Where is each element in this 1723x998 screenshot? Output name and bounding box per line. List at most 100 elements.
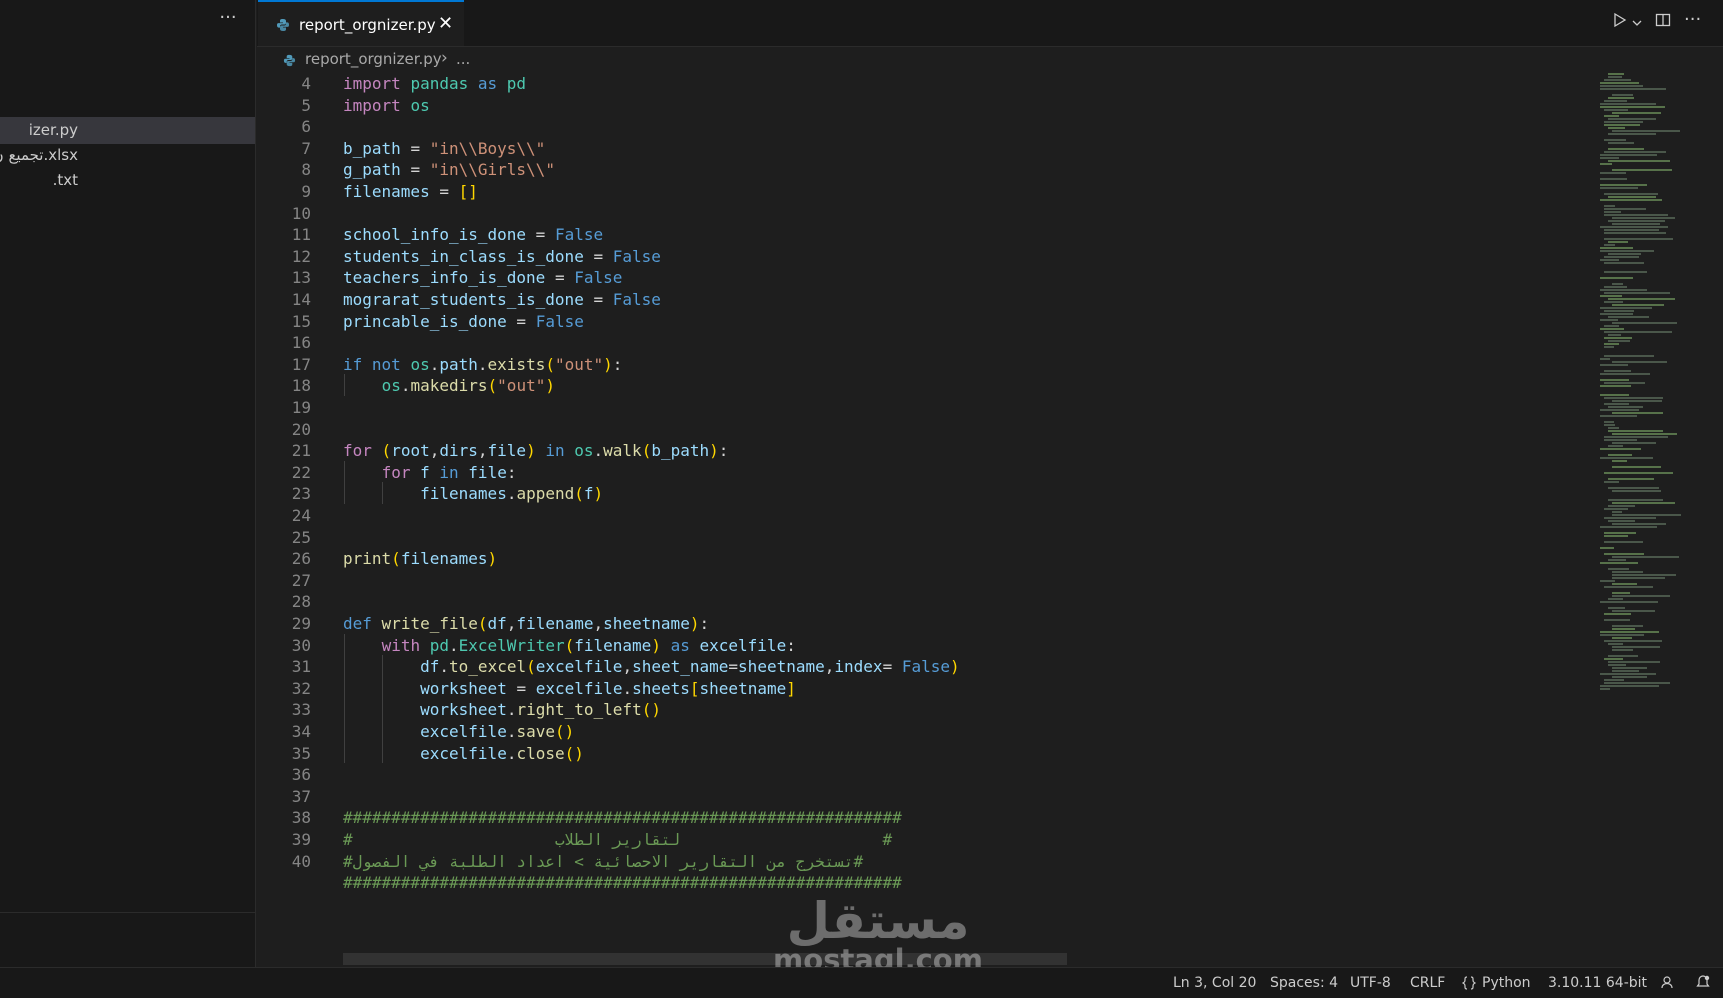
line-number: 21 — [291, 441, 311, 461]
line-number: 5 — [301, 95, 311, 115]
tab-report-orgnizer[interactable]: report_orgnizer.py ✕ — [258, 0, 464, 46]
line-number: 34 — [291, 722, 311, 741]
line-number: 11 — [291, 225, 311, 245]
more-actions-icon[interactable]: ··· — [1684, 9, 1701, 30]
line-number: 29 — [291, 614, 311, 633]
code-line[interactable]: 40 #تستخرج من التقارير الاحصائية > اعداد … — [257, 850, 1592, 874]
code-line[interactable]: 15 princable_is_done = False — [257, 310, 1592, 334]
minimap-line — [1612, 625, 1643, 627]
code-line[interactable]: 37 — [257, 785, 1592, 809]
code-line[interactable]: 28 — [257, 590, 1592, 614]
code-line[interactable]: 23 filenames.append(f) — [257, 482, 1592, 506]
code-line[interactable]: 35 excelfile.close() — [257, 742, 1592, 766]
minimap-line — [1612, 610, 1655, 612]
indentation[interactable]: Spaces: 4 — [1270, 975, 1338, 991]
breadcrumb-file[interactable]: report_orgnizer.py — [305, 50, 442, 68]
minimap-line — [1608, 142, 1634, 144]
code-line[interactable]: 26 print(filenames) — [257, 547, 1592, 571]
code-line[interactable]: 29 def write_file(df,filename,sheetname): — [257, 612, 1592, 636]
code-line[interactable]: 5 import os — [257, 94, 1592, 118]
more-actions-icon[interactable]: ··· — [216, 9, 240, 30]
indent-guide — [382, 482, 383, 504]
code-line[interactable]: 31 df.to_excel(excelfile,sheet_name=shee… — [257, 655, 1592, 679]
code-line[interactable]: 33 worksheet.right_to_left() — [257, 698, 1592, 722]
code-line[interactable]: 25 — [257, 526, 1592, 550]
code-line[interactable]: 39 # لتقارير الطلاب # — [257, 828, 1592, 852]
minimap-line — [1608, 505, 1635, 507]
breadcrumb-symbols[interactable]: ... — [456, 50, 470, 68]
code-line[interactable]: 27 — [257, 569, 1592, 593]
feedback-icon[interactable] — [1660, 974, 1676, 994]
line-endings[interactable]: CRLF — [1410, 975, 1445, 991]
language-mode[interactable]: Python — [1482, 975, 1531, 991]
code-line[interactable]: 16 — [257, 331, 1592, 355]
line-number: 24 — [291, 506, 311, 525]
minimap-line — [1612, 646, 1660, 648]
minimap-line — [1600, 187, 1638, 189]
minimap-line — [1600, 379, 1629, 381]
horizontal-scrollbar[interactable] — [343, 953, 1067, 965]
code-line[interactable]: 32 worksheet = excelfile.sheets[sheetnam… — [257, 677, 1592, 701]
code-line[interactable]: 19 — [257, 396, 1592, 420]
code-line[interactable]: 10 — [257, 202, 1592, 226]
code-text: b_path = "in\\Boys\\" — [343, 138, 546, 158]
minimap-line — [1604, 301, 1623, 303]
explorer-file-item[interactable]: تجميع ن.xlsx — [0, 142, 255, 169]
minimap-line — [1612, 628, 1635, 630]
minimap-line — [1612, 649, 1633, 651]
minimap-line — [1600, 526, 1657, 528]
minimap-line — [1604, 124, 1640, 126]
minimap-line — [1600, 385, 1631, 387]
vertical-scrollbar[interactable] — [1712, 73, 1723, 967]
code-line[interactable]: 6 — [257, 115, 1592, 139]
minimap-line — [1608, 97, 1634, 99]
minimap-line — [1612, 169, 1672, 171]
line-number: 32 — [291, 678, 311, 698]
minimap-line — [1612, 592, 1630, 594]
code-line[interactable]: 22 for f in file: — [257, 461, 1592, 485]
encoding[interactable]: UTF-8 — [1350, 975, 1391, 991]
minimap-line — [1608, 196, 1656, 198]
code-line[interactable]: 11 school_info_is_done = False — [257, 223, 1592, 247]
minimap-line — [1604, 355, 1654, 357]
code-line[interactable]: 38 ######################################… — [257, 806, 1592, 830]
minimap-line — [1600, 157, 1619, 159]
code-line[interactable]: 13 teachers_info_is_done = False — [257, 266, 1592, 290]
minimap-line — [1604, 229, 1659, 231]
code-line[interactable]: 14 mograrat_students_is_done = False — [257, 288, 1592, 312]
minimap-line — [1604, 193, 1658, 195]
indent-guide — [382, 655, 383, 764]
minimap-line — [1604, 370, 1631, 372]
minimap-line — [1604, 472, 1673, 474]
explorer-file-item[interactable]: izer.py — [0, 117, 255, 144]
code-line[interactable]: 9 filenames = [] — [257, 180, 1592, 204]
minimap[interactable] — [1596, 73, 1720, 703]
code-line[interactable]: 4 import pandas as pd — [257, 73, 1592, 96]
run-icon[interactable] — [1611, 12, 1627, 32]
chevron-down-icon[interactable] — [1632, 13, 1642, 32]
split-editor-icon[interactable] — [1655, 12, 1671, 32]
line-number: 12 — [291, 246, 311, 266]
code-line[interactable]: 18 os.makedirs("out") — [257, 374, 1592, 398]
code-line[interactable]: 24 — [257, 504, 1592, 528]
minimap-line — [1600, 409, 1639, 411]
notifications-bell-icon[interactable] — [1695, 974, 1711, 994]
code-line[interactable]: 8 g_path = "in\\Girls\\" — [257, 158, 1592, 182]
cursor-position[interactable]: Ln 3, Col 20 — [1173, 975, 1256, 991]
explorer-file-item[interactable]: .txt — [0, 167, 255, 194]
code-editor[interactable]: ################4import pandas as pd5imp… — [257, 73, 1592, 967]
minimap-line — [1604, 100, 1627, 102]
code-line[interactable]: 20 — [257, 418, 1592, 442]
minimap-line — [1604, 337, 1632, 339]
code-line[interactable]: 30 with pd.ExcelWriter(filename) as exce… — [257, 634, 1592, 658]
code-line[interactable]: 21 for (root,dirs,file) in os.walk(b_path… — [257, 439, 1592, 463]
code-line[interactable]: 12 students_in_class_is_done = False — [257, 245, 1592, 269]
code-line[interactable]: 7 b_path = "in\\Boys\\" — [257, 137, 1592, 161]
code-line[interactable]: 17 if not os.path.exists("out"): — [257, 353, 1592, 377]
code-text: # لتقارير الطلاب # — [343, 830, 893, 849]
code-line[interactable]: 34 excelfile.save() — [257, 720, 1592, 744]
python-interpreter[interactable]: 3.10.11 64-bit — [1548, 975, 1647, 991]
code-text: filenames = [] — [343, 182, 478, 201]
close-icon[interactable]: ✕ — [438, 13, 453, 34]
code-line[interactable]: 36 — [257, 763, 1592, 787]
